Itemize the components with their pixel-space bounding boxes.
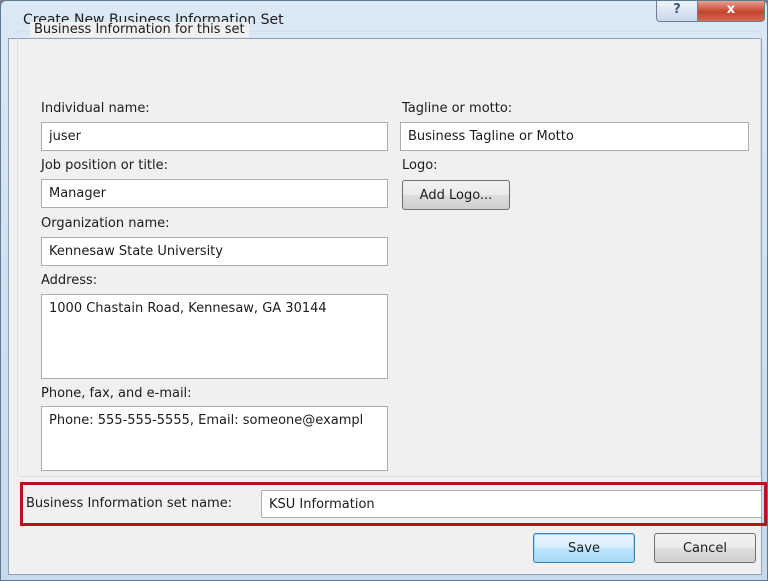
tagline-input[interactable]: [400, 122, 749, 151]
organization-label: Organization name:: [41, 216, 170, 231]
save-button[interactable]: Save: [533, 533, 635, 563]
individual-name-label: Individual name:: [41, 101, 150, 116]
help-button[interactable]: ?: [656, 1, 698, 22]
address-textarea[interactable]: 1000 Chastain Road, Kennesaw, GA 30144: [41, 294, 388, 379]
add-logo-button[interactable]: Add Logo...: [402, 180, 510, 210]
individual-name-input[interactable]: [41, 122, 388, 151]
job-title-label: Job position or title:: [41, 158, 169, 173]
cancel-button[interactable]: Cancel: [654, 533, 756, 563]
contact-label: Phone, fax, and e-mail:: [41, 386, 192, 401]
tagline-label: Tagline or motto:: [402, 101, 513, 116]
address-label: Address:: [41, 273, 98, 288]
set-name-highlight: [20, 482, 767, 526]
job-title-input[interactable]: [41, 179, 388, 208]
group-legend: Business Information for this set: [30, 22, 249, 37]
logo-label: Logo:: [402, 158, 438, 173]
close-icon: x: [726, 2, 736, 17]
contact-textarea[interactable]: Phone: 555-555-5555, Email: someone@exam…: [41, 406, 388, 471]
organization-input[interactable]: [41, 237, 388, 266]
help-icon: ?: [673, 2, 681, 17]
close-button[interactable]: x: [697, 1, 765, 22]
